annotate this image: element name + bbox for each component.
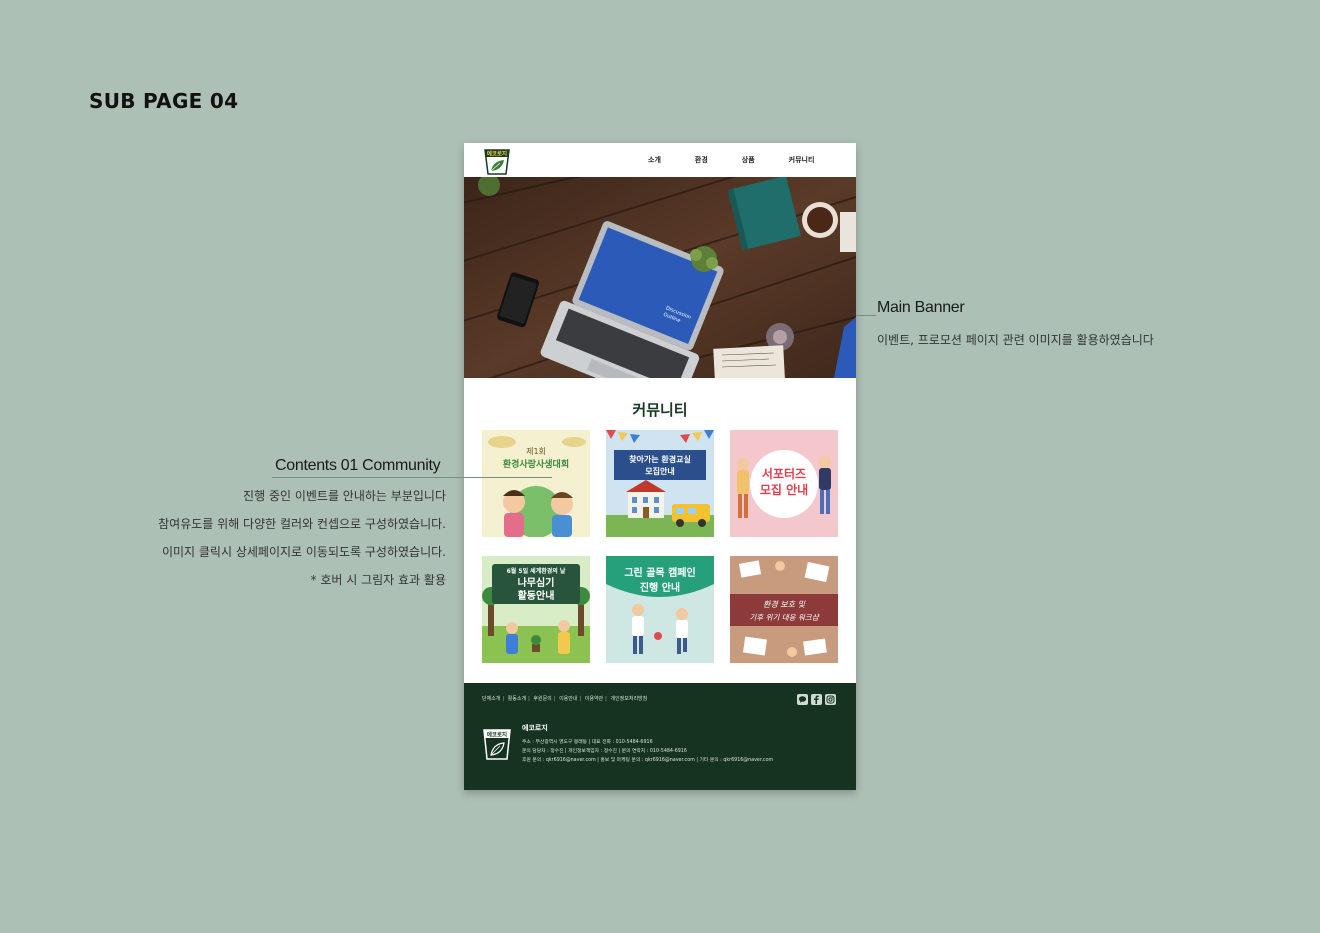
nav-item-about[interactable]: 소개 bbox=[648, 155, 661, 165]
event-card-env-class[interactable]: 찾아가는 환경교실 모집안내 bbox=[606, 430, 714, 537]
footer-link-privacy[interactable]: 개인정보처리방침 bbox=[610, 696, 647, 702]
card-6-line-1: 환경 보호 및 bbox=[763, 600, 806, 609]
footer-link-about[interactable]: 단체소개 bbox=[482, 696, 500, 702]
instagram-icon[interactable] bbox=[825, 694, 836, 705]
event-card-green-alley[interactable]: 그린 골목 캠페인 진행 안내 bbox=[606, 556, 714, 663]
footer-info-line: 문의 담당자 : 정수진 | 개인정보책임자 : 정수진 | 문의 연락처 : … bbox=[522, 749, 687, 754]
main-banner[interactable]: Discussion Outline bbox=[464, 177, 856, 378]
event-card-climate-workshop[interactable]: 환경 보호 및 기후 위기 대응 워크샵 bbox=[730, 556, 838, 663]
footer-info-line: 주소 : 부산광역시 영도구 봉래동 | 대표 전화 : 010-5484-69… bbox=[522, 740, 653, 745]
event-card-drawing-contest[interactable]: 제1회 환경사랑사생대회 bbox=[482, 430, 590, 537]
contents-annotation-title: Contents 01 Community bbox=[275, 457, 441, 474]
card-6-line-2: 기후 위기 대응 워크샵 bbox=[749, 613, 819, 622]
footer-logo-text: 에코로지 bbox=[487, 730, 507, 738]
card-2-line-2: 모집안내 bbox=[645, 466, 674, 476]
event-card-supporters[interactable]: 서포터즈 모집 안내 bbox=[730, 430, 838, 537]
footer-info: 주소 : 부산광역시 영도구 봉래동 | 대표 전화 : 010-5484-69… bbox=[522, 738, 773, 765]
banner-annotation-title: Main Banner bbox=[877, 299, 965, 316]
footer-brand: 에코로지 bbox=[522, 724, 548, 732]
card-3-line-2: 모집 안내 bbox=[760, 482, 808, 497]
facebook-icon[interactable] bbox=[811, 694, 822, 705]
contents-annotation-line: 이미지 클릭시 상세페이지로 이동되도록 구성하였습니다. bbox=[161, 545, 446, 559]
contents-annotation-line: 참여유도를 위해 다양한 컬러와 컨셉으로 구성하였습니다. bbox=[158, 517, 446, 531]
contents-annotation-leader bbox=[272, 477, 552, 478]
card-5-line-2: 진행 안내 bbox=[640, 581, 680, 594]
page-title: SUB PAGE 04 bbox=[89, 89, 239, 113]
footer-link-terms[interactable]: 이용약관 bbox=[585, 696, 603, 702]
site-mockup: 에코로지 소개 환경 상품 커뮤니티 Discussion Outline 커뮤… bbox=[464, 143, 856, 790]
card-3-line-1: 서포터즈 bbox=[762, 466, 806, 481]
site-header: 에코로지 소개 환경 상품 커뮤니티 bbox=[464, 143, 856, 177]
card-4-line-2: 나무심기 bbox=[518, 576, 555, 589]
footer-logo[interactable]: 에코로지 bbox=[482, 727, 512, 761]
site-footer: 단체소개 | 활동소개 | 후원문의 | 이용안내 | 이용약관 | 개인정보처리방침 에… bbox=[464, 683, 856, 790]
card-2-line-1: 찾아가는 환경교실 bbox=[629, 454, 691, 464]
banner-annotation-leader bbox=[856, 315, 876, 316]
nav-item-community[interactable]: 커뮤니티 bbox=[789, 155, 815, 165]
banner-annotation-desc: 이벤트, 프로모션 페이지 관련 이미지를 활용하였습니다 bbox=[877, 333, 1154, 347]
talk-icon[interactable] bbox=[797, 694, 808, 705]
nav-item-products[interactable]: 상품 bbox=[742, 155, 755, 165]
card-5-line-1: 그린 골목 캠페인 bbox=[624, 566, 695, 579]
footer-link-donation[interactable]: 후원문의 bbox=[533, 696, 551, 702]
nav-item-environment[interactable]: 환경 bbox=[695, 155, 708, 165]
logo[interactable]: 에코로지 bbox=[482, 146, 512, 175]
card-4-line-3: 활동안내 bbox=[518, 589, 555, 602]
footer-info-line: 후원 문의 : qkr6916@naver.com | 홍보 및 마케팅 문의 … bbox=[522, 758, 774, 763]
footer-link-activities[interactable]: 활동소개 bbox=[508, 696, 526, 702]
footer-social bbox=[797, 694, 836, 705]
card-1-line-1: 제1회 bbox=[526, 447, 546, 456]
main-nav: 소개 환경 상품 커뮤니티 bbox=[648, 143, 814, 177]
card-1-line-2: 환경사랑사생대회 bbox=[503, 458, 569, 470]
footer-links: 단체소개 | 활동소개 | 후원문의 | 이용안내 | 이용약관 | 개인정보처리방침 bbox=[482, 696, 648, 702]
footer-link-guide[interactable]: 이용안내 bbox=[559, 696, 577, 702]
logo-text: 에코로지 bbox=[487, 150, 507, 158]
card-4-line-1: 6월 5일 세계환경의 날 bbox=[507, 567, 566, 575]
section-title-community: 커뮤니티 bbox=[632, 401, 688, 419]
contents-annotation-line: * 호버 시 그림자 효과 활용 bbox=[310, 573, 446, 587]
contents-annotation-line: 진행 중인 이벤트를 안내하는 부분입니다 bbox=[243, 489, 446, 503]
event-card-tree-planting[interactable]: 6월 5일 세계환경의 날 나무심기 활동안내 bbox=[482, 556, 590, 663]
